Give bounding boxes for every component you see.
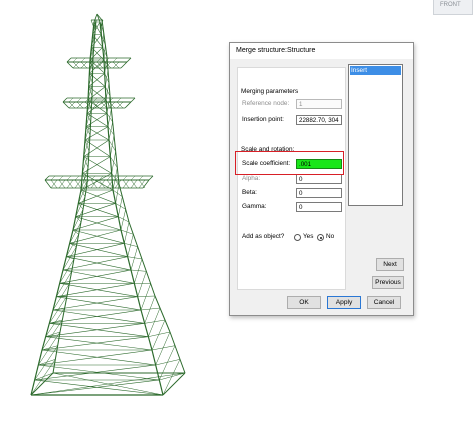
reference-node-label: Reference node: (242, 100, 290, 107)
dialog-title: Merge structure:Structure (236, 47, 316, 54)
beta-field[interactable]: 0 (296, 188, 342, 198)
viewcube-label: FRONT (440, 2, 461, 8)
alpha-field[interactable]: 0 (296, 174, 342, 184)
gamma-field[interactable]: 0 (296, 202, 342, 212)
merging-parameters-heading: Merging parameters (241, 88, 299, 95)
ok-button[interactable]: OK (287, 296, 321, 309)
alpha-label: Alpha: (242, 175, 261, 182)
cancel-button[interactable]: Cancel (367, 296, 401, 309)
beta-label: Beta: (242, 189, 257, 196)
add-as-object-no-radio[interactable] (317, 234, 324, 241)
apply-button[interactable]: Apply (327, 296, 361, 309)
add-as-object-yes-label[interactable]: Yes (303, 233, 313, 240)
merge-structure-dialog: Merge structure:Structure Merging parame… (229, 42, 414, 316)
previous-button[interactable]: Previous (372, 276, 404, 289)
viewcube[interactable]: FRONT (433, 0, 473, 15)
reference-node-field: 1 (296, 99, 342, 109)
gamma-label: Gamma: (242, 203, 267, 210)
scale-coefficient-highlight (235, 151, 344, 175)
list-item-insert[interactable]: Insert (350, 66, 401, 75)
add-as-object-yes-radio[interactable] (294, 234, 301, 241)
add-as-object-label: Add as object? (242, 233, 285, 240)
parameters-panel: Merging parameters Reference node: 1 Ins… (237, 67, 346, 290)
insertion-point-field[interactable]: 22882.70, 304 (296, 115, 342, 125)
steps-listbox[interactable]: Insert (348, 64, 403, 206)
insertion-point-label: Insertion point: (242, 116, 284, 123)
dialog-titlebar[interactable]: Merge structure:Structure (230, 43, 413, 59)
next-button[interactable]: Next (376, 258, 404, 271)
add-as-object-no-label[interactable]: No (326, 233, 334, 240)
